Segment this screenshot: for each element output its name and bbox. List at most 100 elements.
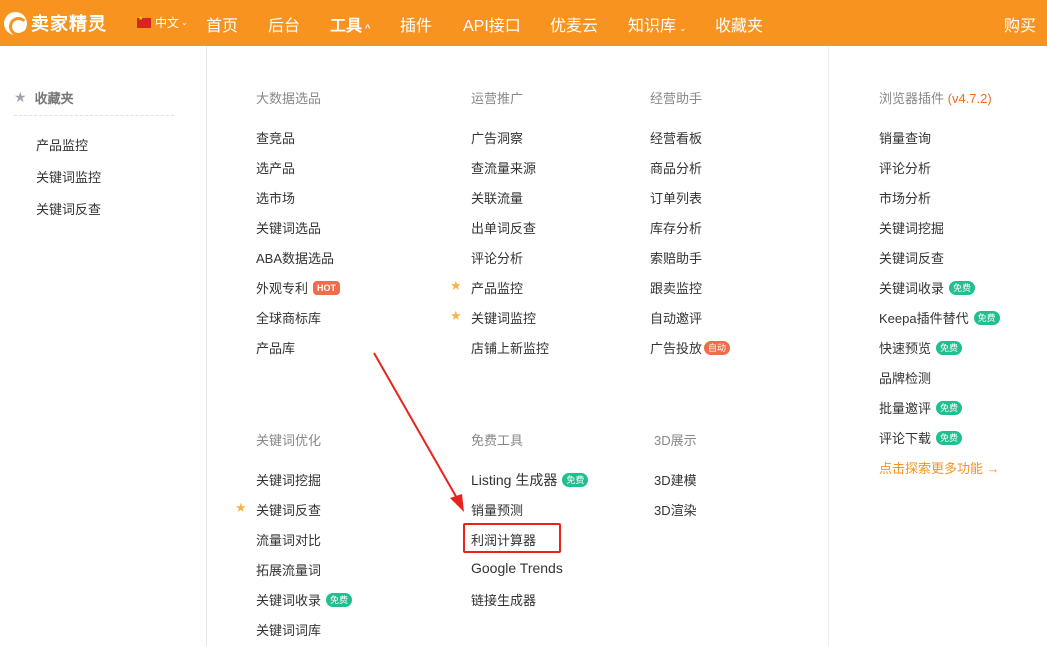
menu-item[interactable]: 市场分析 <box>879 188 931 207</box>
nav-knowledge-label: 知识库 <box>628 18 677 35</box>
menu-item[interactable]: 快速预览 免费 <box>879 338 963 357</box>
nav-tools[interactable]: 工具 ^ <box>330 12 370 36</box>
arrow-head <box>450 494 464 512</box>
section-title-plugin: 浏览器插件 (v4.7.2) <box>879 88 992 107</box>
nav-youmaiyun[interactable]: 优麦云 <box>550 12 598 36</box>
menu-item[interactable]: 关键词挖掘 <box>879 218 944 237</box>
menu-item[interactable]: 关键词词库 <box>256 620 321 639</box>
menu-item[interactable]: 批量邀评 免费 <box>879 398 963 417</box>
section-title-assist: 经营助手 <box>650 91 703 106</box>
section-title-bigdata: 大数据选品 <box>256 91 322 106</box>
menu-item[interactable]: 关联流量 <box>471 188 523 207</box>
column-divider <box>828 46 829 646</box>
menu-item[interactable]: 查流量来源 <box>471 158 536 177</box>
nav-home[interactable]: 首页 <box>206 12 238 36</box>
free-badge: 免费 <box>936 340 963 355</box>
menu-item[interactable]: 链接生成器 <box>471 590 536 609</box>
section-title-free: 免费工具 <box>471 433 524 448</box>
free-badge: 免费 <box>326 592 353 607</box>
menu-item[interactable]: 产品监控 <box>471 278 523 297</box>
menu-item[interactable]: 关键词反查 <box>256 500 321 519</box>
menu-item[interactable]: 产品库 <box>256 338 295 357</box>
free-badge: 免费 <box>949 280 976 295</box>
nav-buy[interactable]: 购买 <box>1004 12 1036 36</box>
favorite-item[interactable]: 关键词监控 <box>36 167 101 186</box>
menu-item[interactable]: 关键词反查 <box>879 248 944 267</box>
chevron-up-icon: ^ <box>365 23 371 33</box>
menu-item[interactable]: 流量词对比 <box>256 530 321 549</box>
menu-item[interactable]: 跟卖监控 <box>650 278 702 297</box>
free-badge: 免费 <box>936 400 963 415</box>
menu-item[interactable]: 出单词反查 <box>471 218 536 237</box>
star-icon: ★ <box>14 89 27 105</box>
auto-badge: 自动 <box>704 340 731 355</box>
menu-item[interactable]: Keepa插件替代 免费 <box>879 308 1000 327</box>
menu-item[interactable]: 广告洞察 <box>471 128 523 147</box>
menu-item[interactable]: 店铺上新监控 <box>471 338 549 357</box>
language-label: 中文 <box>155 16 180 30</box>
free-badge: 免费 <box>936 430 963 445</box>
favorite-item[interactable]: 产品监控 <box>36 135 88 154</box>
menu-item[interactable]: 订单列表 <box>650 188 702 207</box>
language-switcher[interactable]: 中文 ⌄ <box>137 14 188 31</box>
nav-favorites[interactable]: 收藏夹 <box>715 12 763 36</box>
menu-item[interactable]: 自动邀评 <box>650 308 702 327</box>
menu-item[interactable]: 销量查询 <box>879 128 931 147</box>
nav-tools-label: 工具 <box>330 18 363 35</box>
menu-item-ads[interactable]: 广告投放 自动 <box>650 338 731 357</box>
nav-plugins[interactable]: 插件 <box>400 12 432 36</box>
menu-item[interactable]: 库存分析 <box>650 218 702 237</box>
nav-knowledge[interactable]: 知识库 ⌄ <box>628 12 687 36</box>
menu-item[interactable]: 3D建模 <box>654 470 697 489</box>
menu-item[interactable]: 评论下载 免费 <box>879 428 963 447</box>
menu-item[interactable]: 关键词选品 <box>256 218 321 237</box>
menu-item[interactable]: 评论分析 <box>879 158 931 177</box>
menu-item[interactable]: 关键词收录 免费 <box>879 278 976 297</box>
menu-item[interactable]: 索赔助手 <box>650 248 702 267</box>
divider <box>14 115 174 116</box>
brand-name: 卖家精灵 <box>31 14 107 34</box>
menu-item[interactable]: Google Trends <box>471 560 563 576</box>
menu-item[interactable]: 3D渲染 <box>654 500 697 519</box>
menu-item[interactable]: 全球商标库 <box>256 308 321 327</box>
menu-item[interactable]: 拓展流量词 <box>256 560 321 579</box>
logo-icon <box>4 11 28 36</box>
menu-item[interactable]: 关键词收录 免费 <box>256 590 353 609</box>
menu-item-label: 关键词收录 <box>256 593 322 608</box>
brand-logo[interactable]: 卖家精灵 <box>4 10 107 36</box>
menu-item-label: Listing 生成器 <box>471 472 558 488</box>
menu-item-label: 批量邀评 <box>879 401 932 416</box>
menu-item[interactable]: 关键词监控 <box>471 308 536 327</box>
menu-item-label: Keepa插件替代 <box>879 311 969 326</box>
menu-item[interactable]: 商品分析 <box>650 158 702 177</box>
china-flag-icon <box>137 15 151 28</box>
menu-item[interactable]: 选产品 <box>256 158 295 177</box>
chevron-down-icon: ⌄ <box>679 23 687 33</box>
nav-backend[interactable]: 后台 <box>268 12 300 36</box>
highlight-box <box>463 523 561 553</box>
menu-item[interactable]: 销量预测 <box>471 500 523 519</box>
menu-item[interactable]: 经营看板 <box>650 128 702 147</box>
section-title-ops: 运营推广 <box>471 91 524 106</box>
menu-item-label: 快速预览 <box>879 341 932 356</box>
menu-item-label: 外观专利 <box>256 281 309 296</box>
section-title-3d: 3D展示 <box>654 433 697 448</box>
favorite-item[interactable]: 关键词反查 <box>36 199 101 218</box>
menu-item-patent[interactable]: 外观专利 HOT <box>256 278 341 297</box>
hot-badge: HOT <box>313 280 341 295</box>
menu-item[interactable]: Listing 生成器 免费 <box>471 470 589 490</box>
section-title-keyword: 关键词优化 <box>256 433 322 448</box>
explore-more-link[interactable]: 点击探索更多功能 → <box>879 458 1000 477</box>
menu-item[interactable]: 品牌检测 <box>879 368 931 387</box>
menu-item[interactable]: 查竞品 <box>256 128 295 147</box>
nav-api[interactable]: API接口 <box>463 12 521 36</box>
menu-item[interactable]: 选市场 <box>256 188 295 207</box>
favorites-title: 收藏夹 <box>34 91 74 106</box>
chevron-down-icon: ⌄ <box>181 18 188 27</box>
star-icon: ★ <box>450 278 462 293</box>
plugin-title: 浏览器插件 <box>879 91 945 106</box>
menu-item[interactable]: 评论分析 <box>471 248 523 267</box>
menu-item[interactable]: ABA数据选品 <box>256 248 334 267</box>
menu-item[interactable]: 关键词挖掘 <box>256 470 321 489</box>
star-icon: ★ <box>450 308 462 323</box>
